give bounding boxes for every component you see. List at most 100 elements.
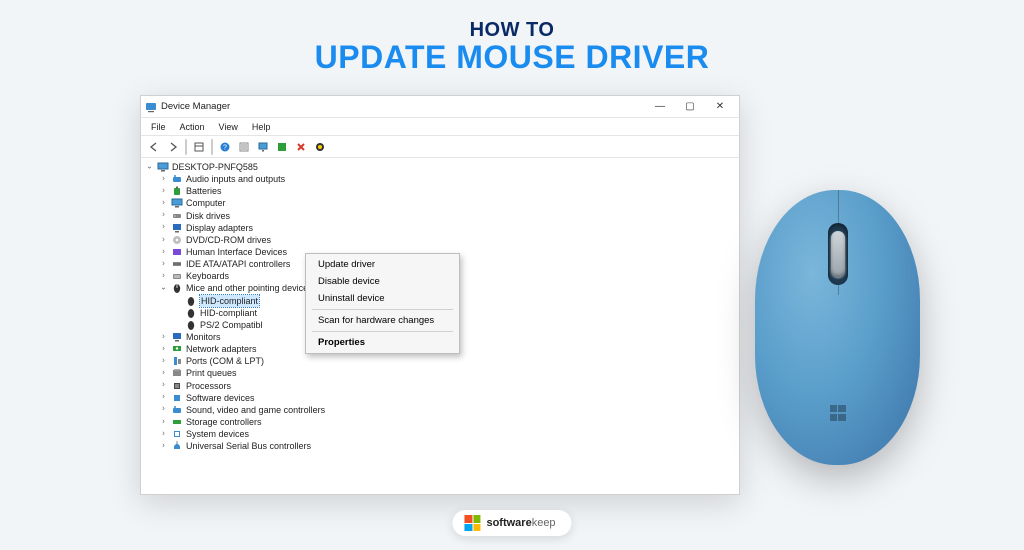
device-icon xyxy=(171,343,183,355)
tree-category-label: Universal Serial Bus controllers xyxy=(186,440,311,452)
tree-category[interactable]: › Software devices xyxy=(145,392,735,404)
tree-category[interactable]: ›Computer xyxy=(145,197,735,209)
window-title: Device Manager xyxy=(161,101,645,112)
windows-logo-icon xyxy=(464,515,480,531)
help-button[interactable]: ? xyxy=(216,138,234,156)
tree-category[interactable]: ›Disk drives xyxy=(145,210,735,222)
uninstall-button[interactable] xyxy=(292,138,310,156)
chevron-right-icon[interactable]: › xyxy=(159,211,168,220)
mouse-icon xyxy=(185,319,197,331)
tree-category[interactable]: › Display adapters xyxy=(145,222,735,234)
ctx-separator xyxy=(312,331,453,332)
chevron-right-icon[interactable]: › xyxy=(159,405,168,414)
forward-button[interactable] xyxy=(164,138,182,156)
device-icon xyxy=(171,210,183,222)
disable-button[interactable] xyxy=(311,138,329,156)
device-icon xyxy=(171,367,183,379)
ctx-uninstall-device[interactable]: Uninstall device xyxy=(308,290,457,307)
chevron-down-icon[interactable]: ⌄ xyxy=(145,162,154,171)
scan-button[interactable] xyxy=(254,138,272,156)
tree-category[interactable]: › Ports (COM & LPT) xyxy=(145,355,735,367)
tree-category[interactable]: › System devices xyxy=(145,428,735,440)
tree-category[interactable]: › DVD/CD-ROM drives xyxy=(145,234,735,246)
chevron-right-icon[interactable]: › xyxy=(159,441,168,450)
tree-root[interactable]: ⌄ DESKTOP-PNFQ585 xyxy=(145,161,735,173)
chevron-right-icon[interactable]: › xyxy=(159,271,168,280)
device-icon xyxy=(171,246,183,258)
chevron-right-icon[interactable]: › xyxy=(159,198,168,207)
chevron-right-icon[interactable]: › xyxy=(159,235,168,244)
device-icon xyxy=(171,173,183,185)
tree-category-label: Processors xyxy=(186,380,231,392)
menu-action[interactable]: Action xyxy=(174,121,211,133)
tree-category-label: Software devices xyxy=(186,392,255,404)
hero-line1: HOW TO xyxy=(0,20,1024,41)
chevron-right-icon[interactable]: › xyxy=(159,344,168,353)
chevron-right-icon[interactable]: › xyxy=(159,259,168,268)
tree-category-label: Human Interface Devices xyxy=(186,246,287,258)
menu-help[interactable]: Help xyxy=(246,121,277,133)
chevron-right-icon[interactable]: › xyxy=(159,429,168,438)
update-driver-button[interactable] xyxy=(273,138,291,156)
chevron-right-icon[interactable]: › xyxy=(159,186,168,195)
tree-category[interactable]: › Print queues xyxy=(145,367,735,379)
windows-logo-icon xyxy=(830,405,846,421)
tree-category-label: Sound, video and game controllers xyxy=(186,404,325,416)
mouse-illustration xyxy=(755,190,920,465)
chevron-right-icon[interactable]: › xyxy=(159,332,168,341)
chevron-right-icon[interactable]: › xyxy=(159,393,168,402)
brand-text-1: software xyxy=(486,517,531,529)
tree-category[interactable]: ›Batteries xyxy=(145,185,735,197)
tree-category-label: Keyboards xyxy=(186,270,229,282)
tree-category-label: Display adapters xyxy=(186,222,253,234)
tree-category[interactable]: ›Storage controllers xyxy=(145,416,735,428)
ctx-update-driver[interactable]: Update driver xyxy=(308,256,457,273)
close-button[interactable]: ✕ xyxy=(705,97,735,117)
brand-text-2: keep xyxy=(532,517,556,529)
tree-category-label: IDE ATA/ATAPI controllers xyxy=(186,258,290,270)
titlebar[interactable]: Device Manager — ▢ ✕ xyxy=(141,96,739,118)
chevron-right-icon[interactable]: › xyxy=(159,356,168,365)
toolbar: ? xyxy=(141,136,739,158)
tree-category[interactable]: › Processors xyxy=(145,380,735,392)
tree-category-label: System devices xyxy=(186,428,249,440)
ctx-properties[interactable]: Properties xyxy=(308,334,457,351)
tree-category-label: Monitors xyxy=(186,331,221,343)
tree-item-label: HID-compliant xyxy=(200,295,259,307)
chevron-right-icon[interactable]: › xyxy=(159,368,168,377)
mouse-icon xyxy=(185,295,197,307)
back-button[interactable] xyxy=(145,138,163,156)
context-menu: Update driver Disable device Uninstall d… xyxy=(305,253,460,354)
tree-category-label: Mice and other pointing devices xyxy=(186,282,313,294)
app-icon xyxy=(145,101,157,113)
mouse-icon xyxy=(185,307,197,319)
tree-category[interactable]: › Sound, video and game controllers xyxy=(145,404,735,416)
chevron-right-icon[interactable]: › xyxy=(159,223,168,232)
tree-category-label: DVD/CD-ROM drives xyxy=(186,234,271,246)
chevron-down-icon[interactable]: ⌄ xyxy=(159,283,168,292)
menu-file[interactable]: File xyxy=(145,121,172,133)
ctx-disable-device[interactable]: Disable device xyxy=(308,273,457,290)
minimize-button[interactable]: — xyxy=(645,97,675,117)
tree-category-label: Ports (COM & LPT) xyxy=(186,355,264,367)
maximize-button[interactable]: ▢ xyxy=(675,97,705,117)
tree-category-label: Print queues xyxy=(186,367,237,379)
tree-category-label: Network adapters xyxy=(186,343,257,355)
tree-category[interactable]: › Universal Serial Bus controllers xyxy=(145,440,735,452)
chevron-right-icon[interactable]: › xyxy=(159,247,168,256)
ctx-scan-hardware[interactable]: Scan for hardware changes xyxy=(308,312,457,329)
show-hidden-button[interactable] xyxy=(190,138,208,156)
device-icon xyxy=(171,270,183,282)
tree-item-label: PS/2 Compatibl xyxy=(200,319,263,331)
menu-view[interactable]: View xyxy=(213,121,244,133)
device-icon xyxy=(171,380,183,392)
computer-icon xyxy=(157,161,169,173)
tree-category[interactable]: › Audio inputs and outputs xyxy=(145,173,735,185)
chevron-right-icon[interactable]: › xyxy=(159,381,168,390)
chevron-right-icon[interactable]: › xyxy=(159,174,168,183)
device-icon xyxy=(171,185,183,197)
tree-category-label: Audio inputs and outputs xyxy=(186,173,285,185)
properties-button[interactable] xyxy=(235,138,253,156)
device-icon xyxy=(171,440,183,452)
chevron-right-icon[interactable]: › xyxy=(159,417,168,426)
